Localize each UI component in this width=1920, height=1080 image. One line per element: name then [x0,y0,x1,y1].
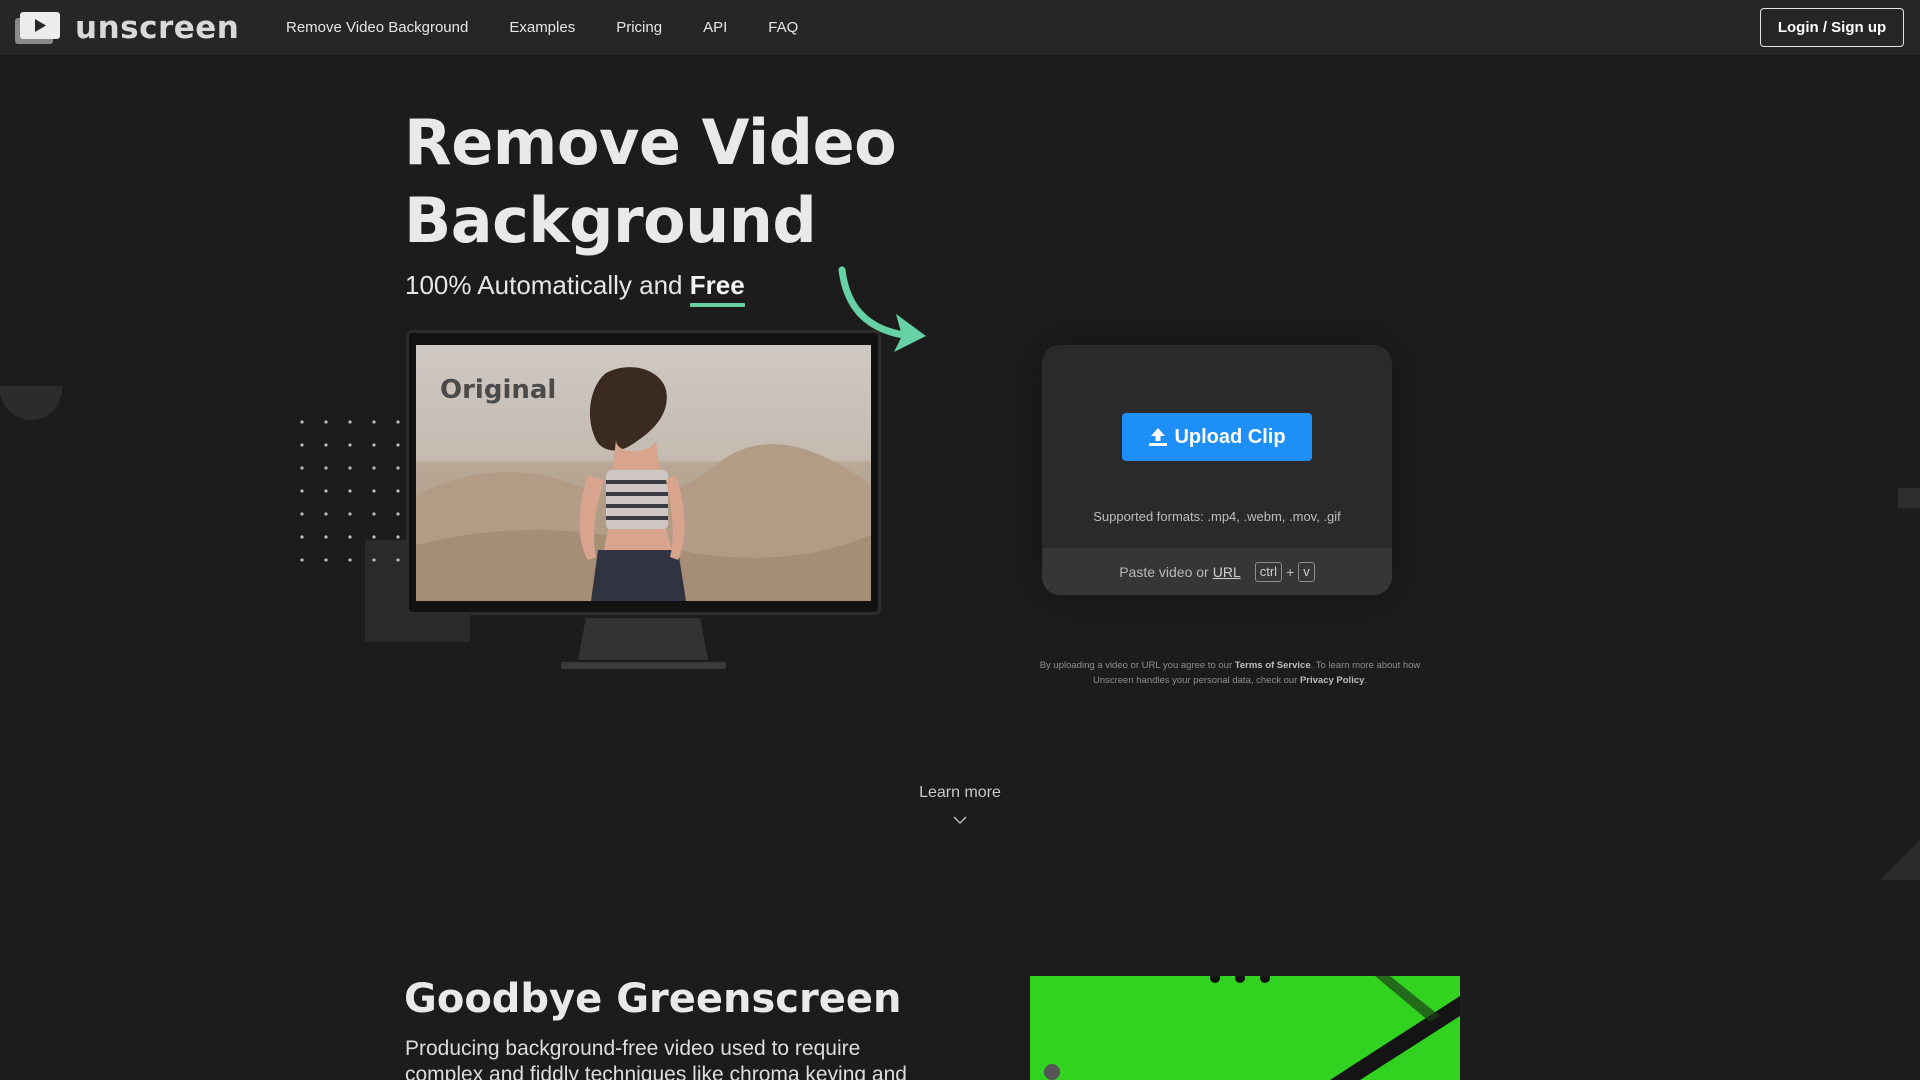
monitor-base [561,662,726,669]
nav-link-examples[interactable]: Examples [509,19,575,36]
terms-notice: By uploading a video or URL you agree to… [1030,658,1430,688]
upload-clip-label: Upload Clip [1174,425,1286,448]
login-signup-button[interactable]: Login / Sign up [1760,8,1904,47]
nav-link-api[interactable]: API [703,19,727,36]
privacy-policy-link[interactable]: Privacy Policy [1300,675,1364,686]
decorative-square [1898,488,1920,508]
hero-subtitle: 100% Automatically and Free [405,270,745,307]
hero-title: Remove Video Background [404,104,964,260]
terms-text-1: By uploading a video or URL you agree to… [1039,660,1235,671]
key-plus: + [1286,563,1295,580]
paste-video-bar[interactable]: Paste video or URL ctrl + v [1042,548,1392,595]
chevron-down-icon[interactable] [952,814,968,826]
supported-formats: Supported formats: .mp4, .webm, .mov, .g… [1093,509,1341,524]
terms-of-service-link[interactable]: Terms of Service [1235,660,1311,671]
paste-url-link[interactable]: URL [1213,564,1241,580]
original-label: Original [440,375,557,405]
hero-subtitle-prefix: 100% Automatically and [405,270,690,300]
ctrl-key: ctrl [1254,561,1283,582]
decorative-half-circle [0,386,62,420]
brand-name: unscreen [75,9,240,46]
greenscreen-description: Producing background-free video used to … [405,1037,907,1080]
hero-subtitle-free: Free [689,270,745,307]
unscreen-logo-icon [15,12,61,44]
decorative-triangle [1880,840,1920,880]
greenscreen-title: Goodbye Greenscreen [404,976,902,1022]
paste-prefix: Paste video or [1119,563,1209,580]
original-video-preview: Original [416,345,871,601]
upload-clip-button[interactable]: Upload Clip [1122,413,1312,461]
decorative-dot-grid [300,420,400,562]
monitor-stand [578,618,708,660]
nav-link-remove-video-background[interactable]: Remove Video Background [286,19,468,36]
nav-link-faq[interactable]: FAQ [768,19,798,36]
top-navbar: unscreen Remove Video Background Example… [0,0,1920,55]
nav-link-pricing[interactable]: Pricing [616,19,662,36]
upload-icon [1149,428,1168,446]
learn-more-link[interactable]: Learn more [880,784,1040,802]
hero-title-line-2: Background [404,184,817,257]
terms-text-3: . [1364,675,1368,686]
hero-title-line-1: Remove Video [404,106,897,179]
brand-logo[interactable]: unscreen [15,12,239,44]
greenscreen-image [1030,976,1460,1080]
v-key: v [1298,561,1315,582]
upload-card[interactable]: Upload Clip Supported formats: .mp4, .we… [1042,345,1392,595]
nav-links: Remove Video Background Examples Pricing… [286,0,839,55]
